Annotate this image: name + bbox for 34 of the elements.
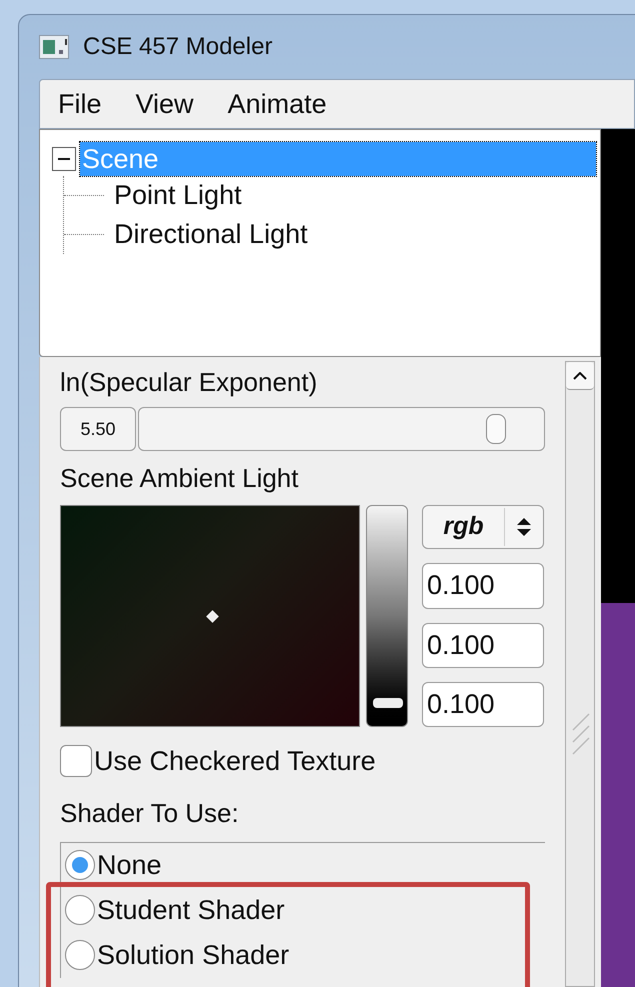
value-field[interactable]: 0.100 bbox=[422, 682, 544, 728]
section-label: Shader To Use: bbox=[60, 798, 239, 828]
app-icon bbox=[39, 35, 69, 59]
section-label: Scene Ambient Light bbox=[60, 463, 298, 493]
tree-item[interactable]: Point Light bbox=[112, 176, 242, 215]
radio-label: Student Shader bbox=[97, 894, 285, 927]
value-display: 5.50 bbox=[60, 407, 136, 451]
menu-item[interactable]: File bbox=[58, 84, 102, 124]
updown-arrows-icon bbox=[515, 517, 533, 538]
slider-label: ln(Specular Exponent) bbox=[60, 367, 318, 397]
scrollbar[interactable] bbox=[565, 361, 595, 987]
checkbox[interactable] bbox=[60, 745, 92, 778]
radio-label: None bbox=[97, 848, 162, 882]
radio-button[interactable] bbox=[65, 940, 95, 970]
color-picker[interactable] bbox=[60, 505, 360, 727]
window-title: CSE 457 Modeler bbox=[83, 32, 272, 62]
collapse-toggle[interactable] bbox=[52, 147, 76, 171]
brightness-thumb[interactable] bbox=[373, 698, 403, 708]
radio-button[interactable] bbox=[65, 895, 95, 925]
value-field[interactable]: 0.100 bbox=[422, 563, 544, 609]
slider-thumb[interactable] bbox=[486, 414, 506, 444]
tree-item[interactable]: Directional Light bbox=[112, 215, 308, 254]
mode-dropdown[interactable]: rgb bbox=[422, 505, 544, 550]
radio-button[interactable] bbox=[65, 850, 95, 880]
slider-track[interactable] bbox=[138, 407, 545, 451]
picker-marker[interactable] bbox=[206, 610, 219, 623]
radio-label: Solution Shader bbox=[97, 938, 290, 972]
menu-item[interactable]: View bbox=[136, 84, 194, 124]
brightness-slider[interactable] bbox=[366, 505, 408, 727]
caret-up-icon bbox=[573, 372, 587, 380]
scroll-up-button[interactable] bbox=[566, 362, 594, 390]
menu-item[interactable]: Animate bbox=[228, 84, 327, 124]
checkbox-label: Use Checkered Texture bbox=[94, 745, 376, 778]
value-field[interactable]: 0.100 bbox=[422, 622, 544, 668]
